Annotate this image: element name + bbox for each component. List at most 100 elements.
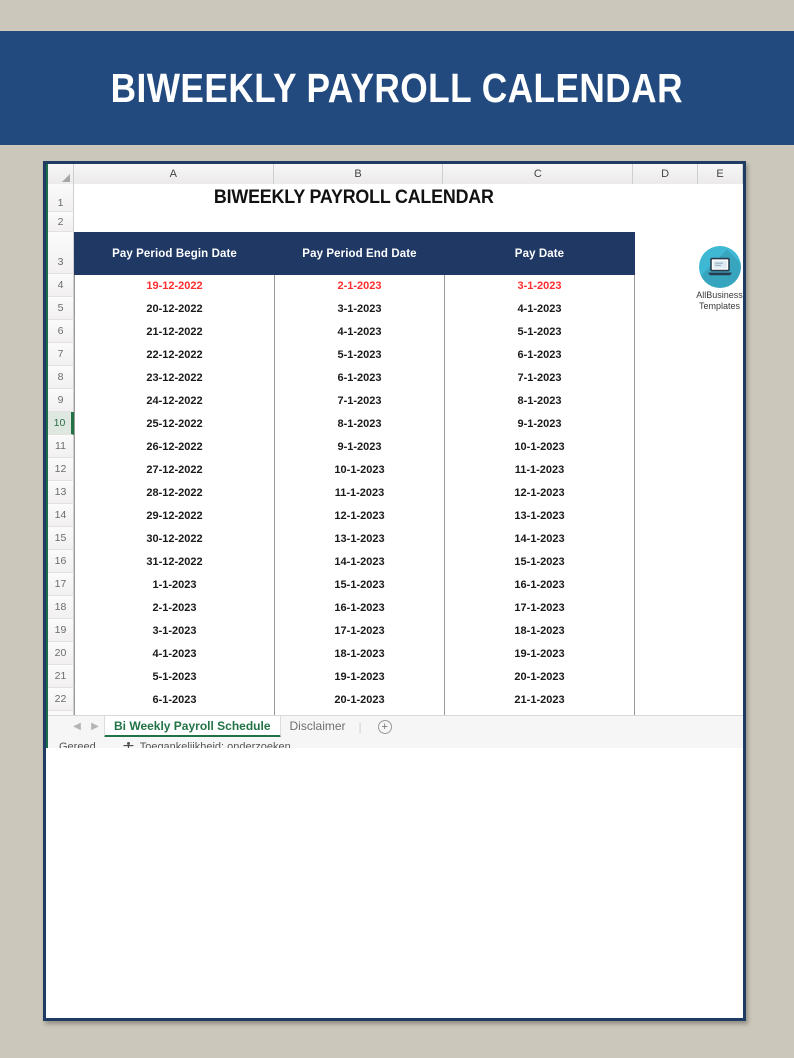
table-row[interactable]: 19-12-2022 2-1-2023 3-1-2023	[74, 274, 635, 298]
table-row[interactable]: 21-12-2022 4-1-2023 5-1-2023	[74, 320, 635, 344]
add-sheet-button[interactable]: +	[377, 719, 392, 734]
cell-pay[interactable]: 6-1-2023	[444, 343, 635, 367]
cell-end[interactable]: 14-1-2023	[274, 550, 445, 574]
cell-end[interactable]: 8-1-2023	[274, 412, 445, 436]
row-number[interactable]: 2	[48, 212, 74, 232]
row-number[interactable]: 1	[48, 184, 74, 212]
cell-end[interactable]: 15-1-2023	[274, 573, 445, 597]
cell-end[interactable]: 2-1-2023	[274, 274, 445, 298]
cell-end[interactable]: 17-1-2023	[274, 619, 445, 643]
cell-pay[interactable]: 3-1-2023	[444, 274, 635, 298]
cell-begin[interactable]: 23-12-2022	[74, 366, 275, 390]
cell-end[interactable]: 7-1-2023	[274, 389, 445, 413]
cell-pay[interactable]: 9-1-2023	[444, 412, 635, 436]
cell-end[interactable]: 13-1-2023	[274, 527, 445, 551]
cell-pay[interactable]: 21-1-2023	[444, 688, 635, 712]
cell-begin[interactable]: 26-12-2022	[74, 435, 275, 459]
row-number[interactable]: 3	[48, 232, 74, 274]
cell-begin[interactable]: 5-1-2023	[74, 665, 275, 689]
cell-end[interactable]: 20-1-2023	[274, 688, 445, 712]
accessibility-status[interactable]: Toegankelijkheid: onderzoeken	[122, 741, 291, 748]
row-number[interactable]: 11	[48, 435, 74, 458]
table-row[interactable]: 6-1-2023 20-1-2023 21-1-2023	[74, 688, 635, 712]
cell-end[interactable]: 5-1-2023	[274, 343, 445, 367]
cell-pay[interactable]: 12-1-2023	[444, 481, 635, 505]
table-row[interactable]: 22-12-2022 5-1-2023 6-1-2023	[74, 343, 635, 367]
table-row[interactable]: 2-1-2023 16-1-2023 17-1-2023	[74, 596, 635, 620]
cell-pay[interactable]: 20-1-2023	[444, 665, 635, 689]
table-row[interactable]: 4-1-2023 18-1-2023 19-1-2023	[74, 642, 635, 666]
column-header-d[interactable]: D	[633, 164, 699, 184]
next-sheet-arrow-icon[interactable]: ▶	[86, 721, 104, 732]
cell-pay[interactable]: 19-1-2023	[444, 642, 635, 666]
table-row[interactable]: 30-12-2022 13-1-2023 14-1-2023	[74, 527, 635, 551]
cell-pay[interactable]: 18-1-2023	[444, 619, 635, 643]
cell-begin[interactable]: 30-12-2022	[74, 527, 275, 551]
row-number[interactable]: 15	[48, 527, 74, 550]
row-number[interactable]: 6	[48, 320, 74, 343]
cell-begin[interactable]: 31-12-2022	[74, 550, 275, 574]
table-row[interactable]: 24-12-2022 7-1-2023 8-1-2023	[74, 389, 635, 413]
table-row[interactable]: 23-12-2022 6-1-2023 7-1-2023	[74, 366, 635, 390]
cell-begin[interactable]: 25-12-2022	[74, 412, 275, 436]
cell-pay[interactable]: 16-1-2023	[444, 573, 635, 597]
cell-begin[interactable]: 6-1-2023	[74, 688, 275, 712]
row-number[interactable]: 16	[48, 550, 74, 573]
table-row[interactable]: 25-12-2022 8-1-2023 9-1-2023	[74, 412, 635, 436]
row-number[interactable]: 14	[48, 504, 74, 527]
cell-end[interactable]: 9-1-2023	[274, 435, 445, 459]
cell-end[interactable]: 18-1-2023	[274, 642, 445, 666]
cell-end[interactable]: 6-1-2023	[274, 366, 445, 390]
cell-pay[interactable]: 15-1-2023	[444, 550, 635, 574]
cell-pay[interactable]: 7-1-2023	[444, 366, 635, 390]
table-row[interactable]: 5-1-2023 19-1-2023 20-1-2023	[74, 665, 635, 689]
cell-begin[interactable]: 28-12-2022	[74, 481, 275, 505]
table-row[interactable]: 31-12-2022 14-1-2023 15-1-2023	[74, 550, 635, 574]
cell-begin[interactable]: 19-12-2022	[74, 274, 275, 298]
cell-end[interactable]: 10-1-2023	[274, 458, 445, 482]
column-header-b[interactable]: B	[273, 164, 444, 184]
cell-pay[interactable]: 13-1-2023	[444, 504, 635, 528]
cell-end[interactable]: 11-1-2023	[274, 481, 445, 505]
cell-begin[interactable]: 4-1-2023	[74, 642, 275, 666]
sheet-tab-bi-weekly-payroll-schedule[interactable]: Bi Weekly Payroll Schedule	[104, 715, 281, 738]
table-row[interactable]: 20-12-2022 3-1-2023 4-1-2023	[74, 297, 635, 321]
cell-begin[interactable]: 21-12-2022	[74, 320, 275, 344]
cell-pay[interactable]: 11-1-2023	[444, 458, 635, 482]
cell-end[interactable]: 12-1-2023	[274, 504, 445, 528]
cell-pay[interactable]: 5-1-2023	[444, 320, 635, 344]
cell-end[interactable]: 19-1-2023	[274, 665, 445, 689]
cell-begin[interactable]: 24-12-2022	[74, 389, 275, 413]
row-number[interactable]: 17	[48, 573, 74, 596]
cell-pay[interactable]: 14-1-2023	[444, 527, 635, 551]
row-number[interactable]: 5	[48, 297, 74, 320]
cell-begin[interactable]: 1-1-2023	[74, 573, 275, 597]
table-row[interactable]: 26-12-2022 9-1-2023 10-1-2023	[74, 435, 635, 459]
cell-pay[interactable]: 10-1-2023	[444, 435, 635, 459]
table-row[interactable]: 1-1-2023 15-1-2023 16-1-2023	[74, 573, 635, 597]
cell-pay[interactable]: 17-1-2023	[444, 596, 635, 620]
table-row[interactable]: 3-1-2023 17-1-2023 18-1-2023	[74, 619, 635, 643]
row-number[interactable]: 9	[48, 389, 74, 412]
row-number[interactable]: 8	[48, 366, 74, 389]
cell-pay[interactable]: 4-1-2023	[444, 297, 635, 321]
cell-begin[interactable]: 20-12-2022	[74, 297, 275, 321]
cell-begin[interactable]: 22-12-2022	[74, 343, 275, 367]
cell-end[interactable]: 3-1-2023	[274, 297, 445, 321]
column-header-e[interactable]: E	[698, 164, 743, 184]
sheet-tab-disclaimer[interactable]: Disclaimer	[281, 716, 355, 738]
prev-sheet-arrow-icon[interactable]: ◀	[68, 721, 86, 732]
cell-pay[interactable]: 8-1-2023	[444, 389, 635, 413]
row-number[interactable]: 10	[48, 412, 74, 435]
table-row[interactable]: 29-12-2022 12-1-2023 13-1-2023	[74, 504, 635, 528]
cell-begin[interactable]: 29-12-2022	[74, 504, 275, 528]
row-number[interactable]: 18	[48, 596, 74, 619]
row-number[interactable]: 13	[48, 481, 74, 504]
row-number[interactable]: 22	[48, 688, 74, 711]
cell-end[interactable]: 4-1-2023	[274, 320, 445, 344]
column-header-c[interactable]: C	[443, 164, 634, 184]
row-number[interactable]: 12	[48, 458, 74, 481]
row-number[interactable]: 21	[48, 665, 74, 688]
row-number[interactable]: 20	[48, 642, 74, 665]
row-number[interactable]: 19	[48, 619, 74, 642]
